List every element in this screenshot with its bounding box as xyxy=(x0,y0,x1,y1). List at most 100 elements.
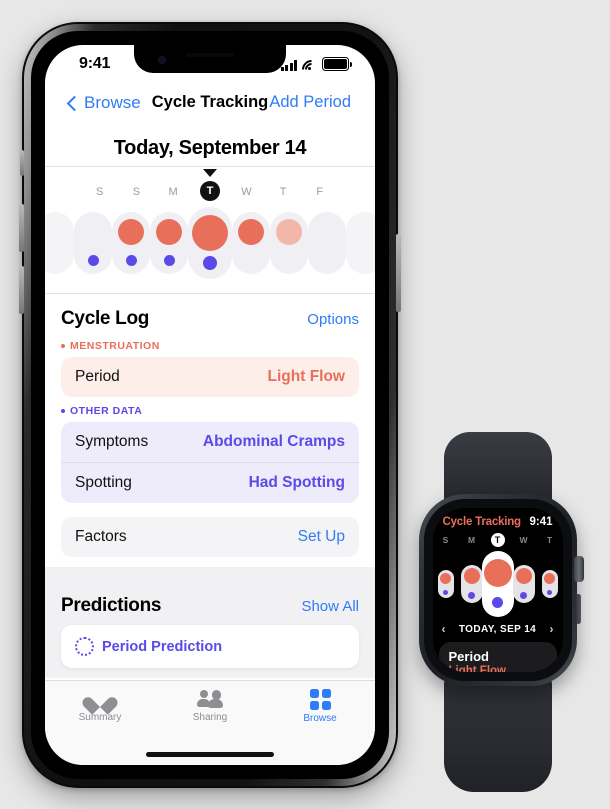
calendar-day-cell[interactable] xyxy=(188,207,232,279)
factors-row[interactable]: Factors Set Up xyxy=(61,517,359,557)
tab-summary-label: Summary xyxy=(78,712,122,723)
iphone-device: 9:41 Browse Cycle Tracking Add Period To… xyxy=(19,22,401,788)
period-flow-circle-icon xyxy=(156,219,182,245)
calendar-day-pill[interactable] xyxy=(308,212,346,274)
watch-period-card[interactable]: Period Light Flow xyxy=(438,642,557,672)
calendar-day-letter-text: S xyxy=(132,186,141,198)
watch-day-pill-today[interactable] xyxy=(483,553,512,615)
calendar-day-pill[interactable] xyxy=(270,212,308,274)
iphone-bezel: 9:41 Browse Cycle Tracking Add Period To… xyxy=(31,31,389,779)
tab-sharing[interactable]: Sharing xyxy=(155,689,265,723)
watch-day-cell[interactable] xyxy=(537,570,563,598)
calendar-day-cell[interactable] xyxy=(346,212,375,274)
calendar-day-pill[interactable] xyxy=(74,212,112,274)
category-bullet-icon xyxy=(61,409,65,413)
cycle-log-header: Cycle Log Options xyxy=(61,294,359,336)
calendar-day-letter-text: T xyxy=(200,181,220,201)
notch xyxy=(134,45,286,73)
status-bar-time: 9:41 xyxy=(79,55,111,72)
earpiece-speaker-icon xyxy=(186,53,234,57)
period-flow-circle-icon xyxy=(118,219,144,245)
watch-side-button[interactable] xyxy=(575,594,581,624)
calendar-day-letter: M xyxy=(155,182,192,200)
watch-today-badge: T xyxy=(490,533,505,547)
heart-icon xyxy=(89,689,120,715)
symptom-indicator-dot-icon xyxy=(492,597,503,608)
symptom-indicator-dot-icon xyxy=(163,255,175,266)
watch-day-cell[interactable] xyxy=(459,565,485,603)
watch-day-letters: SMTWT xyxy=(433,533,563,547)
symptom-indicator-dot-icon xyxy=(443,590,448,595)
spotting-row-key: Spotting xyxy=(75,474,132,491)
cycle-log-title: Cycle Log xyxy=(61,308,150,329)
calendar-day-letter-text: T xyxy=(279,186,288,198)
calendar-day-letters: SSMTWTF xyxy=(45,181,375,201)
menstruation-label-text: MENSTRUATION xyxy=(70,340,160,352)
home-indicator[interactable] xyxy=(146,752,274,757)
watch-day-pill[interactable] xyxy=(541,570,558,598)
watch-band-bottom xyxy=(443,674,552,792)
grid-icon xyxy=(309,689,331,710)
watch-day-pills[interactable] xyxy=(433,547,563,621)
cycle-log-section: Cycle Log Options MENSTRUATION Period Li… xyxy=(45,294,375,557)
calendar-day-letter-text: F xyxy=(316,186,324,198)
symptoms-row-key: Symptoms xyxy=(75,433,149,450)
tab-summary[interactable]: Summary xyxy=(45,689,155,723)
calendar-day-cell[interactable] xyxy=(232,212,270,274)
digital-crown-button[interactable] xyxy=(573,556,584,582)
watch-day-cell[interactable] xyxy=(483,553,512,615)
show-all-button[interactable]: Show All xyxy=(301,598,359,615)
watch-date-navigation[interactable]: ‹ TODAY, SEP 14 › xyxy=(433,623,563,635)
calendar-day-pills[interactable] xyxy=(45,207,375,279)
calendar-day-letter: S xyxy=(118,182,155,200)
calendar-day-pill[interactable] xyxy=(346,212,375,274)
watch-day-cell[interactable] xyxy=(511,565,537,603)
chevron-left-icon[interactable]: ‹ xyxy=(442,623,446,635)
silent-switch-button[interactable] xyxy=(20,150,24,176)
front-camera-icon xyxy=(158,56,166,64)
calendar-strip[interactable]: SSMTWTF xyxy=(45,167,375,293)
calendar-day-cell[interactable] xyxy=(45,212,74,274)
people-icon xyxy=(197,689,223,709)
watch-date-label: TODAY, SEP 14 xyxy=(458,623,537,635)
apple-watch-device: Cycle Tracking 9:41 S M T W T ‹ TODAY, SEP 1… xyxy=(405,432,590,792)
period-row[interactable]: Period Light Flow xyxy=(61,357,359,397)
calendar-day-cell[interactable] xyxy=(150,212,188,274)
options-button[interactable]: Options xyxy=(307,311,359,328)
period-prediction-card[interactable]: Period Prediction xyxy=(61,625,359,668)
calendar-day-cell[interactable] xyxy=(74,212,112,274)
calendar-day-pill[interactable] xyxy=(45,212,74,274)
calendar-day-cell[interactable] xyxy=(308,212,346,274)
spotting-row[interactable]: Spotting Had Spotting xyxy=(61,462,359,503)
volume-up-button[interactable] xyxy=(19,204,24,252)
symptom-indicator-dot-icon xyxy=(125,255,137,266)
calendar-day-letter: T xyxy=(265,182,302,200)
watch-day-pill[interactable] xyxy=(437,570,454,598)
chevron-right-icon[interactable]: › xyxy=(550,623,554,635)
watch-day-letter: S xyxy=(442,535,449,545)
calendar-day-cell[interactable] xyxy=(112,212,150,274)
symptoms-row-value: Abdominal Cramps xyxy=(202,433,345,450)
calendar-day-pill-today[interactable] xyxy=(188,207,232,279)
wifi-icon xyxy=(298,56,325,83)
calendar-day-pill[interactable] xyxy=(150,212,188,274)
tab-browse[interactable]: Browse xyxy=(265,689,375,724)
calendar-day-cell[interactable] xyxy=(270,212,308,274)
calendar-day-letter: T xyxy=(192,181,229,201)
spotting-row-value: Had Spotting xyxy=(248,474,345,491)
calendar-day-letter: F xyxy=(302,182,339,200)
factors-set-up-button[interactable]: Set Up xyxy=(298,528,345,546)
power-button[interactable] xyxy=(396,234,401,312)
watch-day-cell[interactable] xyxy=(433,570,459,598)
watch-day-letter: W xyxy=(519,535,528,545)
predictions-section: Predictions Show All Period Prediction xyxy=(45,581,375,678)
watch-day-pill[interactable] xyxy=(512,565,535,603)
watch-day-pill[interactable] xyxy=(460,565,483,603)
calendar-day-pill[interactable] xyxy=(232,212,270,274)
calendar-day-pill[interactable] xyxy=(112,212,150,274)
volume-down-button[interactable] xyxy=(19,266,24,314)
period-flow-circle-icon xyxy=(192,215,228,251)
calendar-day-letter-text: W xyxy=(241,186,253,198)
add-period-button[interactable]: Add Period xyxy=(269,93,351,112)
symptoms-row[interactable]: Symptoms Abdominal Cramps xyxy=(61,422,359,462)
